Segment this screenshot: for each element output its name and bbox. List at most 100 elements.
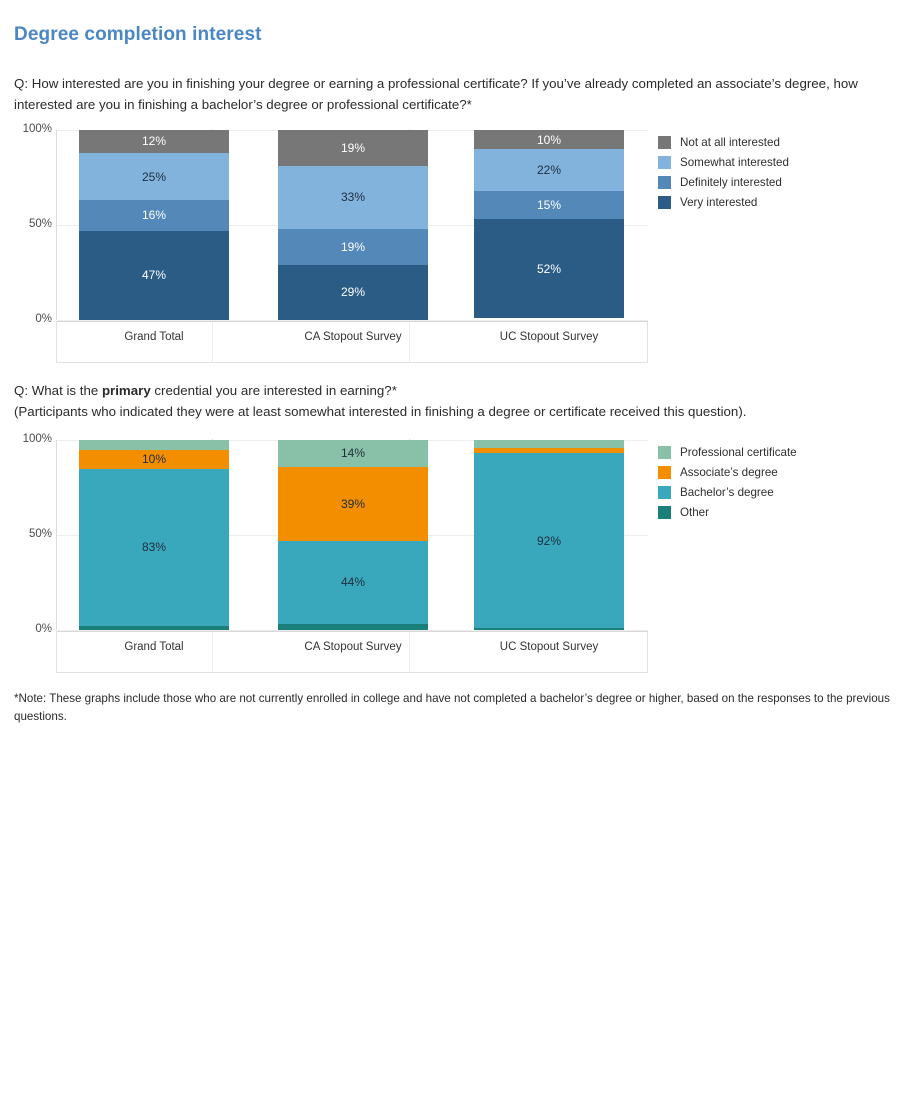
chart1-segment-value-label: 10%	[536, 132, 562, 147]
chart2-bar-segment[interactable]	[474, 628, 624, 630]
chart1-bar-segment[interactable]: 16%	[79, 200, 229, 231]
question-2-subtext: (Participants who indicated they were at…	[14, 403, 747, 419]
chart1-bar-segment[interactable]: 25%	[79, 152, 229, 201]
chart1-legend-label: Very interested	[680, 195, 758, 209]
chart2-bar-segment[interactable]: 39%	[278, 466, 428, 541]
chart2-x-axis-label: UC Stopout Survey	[499, 641, 599, 653]
chart2-legend-label: Other	[680, 505, 709, 519]
chart2-bar-segment[interactable]: 10%	[79, 449, 229, 469]
chart2-x-axis-label: CA Stopout Survey	[304, 641, 402, 653]
chart1-bar[interactable]: 19% 33% 19% 29%	[278, 130, 428, 320]
chart1-segment-value-label: 19%	[340, 239, 366, 254]
chart2-bar-segment[interactable]: 44%	[278, 540, 428, 625]
legend-swatch-icon	[658, 135, 671, 149]
legend-swatch-icon	[658, 485, 671, 499]
chart1-segment-value-label: 25%	[141, 169, 167, 184]
chart2-y-tick-label: 0%	[35, 623, 52, 635]
legend-swatch-icon	[658, 505, 671, 519]
chart1-x-axis-labels: Grand Total CA Stopout Survey UC Stopout S…	[56, 321, 648, 363]
chart2-segment-value-label: 39%	[340, 496, 366, 511]
chart2-y-axis: 0% 50% 100%	[0, 433, 52, 635]
chart2-bar-segment[interactable]: 83%	[79, 468, 229, 627]
chart1-legend-label: Not at all interested	[680, 135, 780, 149]
question-1-text: Q: How interested are you in finishing y…	[14, 76, 858, 112]
chart2-legend-item[interactable]: Other	[658, 502, 797, 522]
chart2-plot-area: 10% 83% 14% 39% 44% 92%	[56, 439, 648, 631]
chart2-legend-item[interactable]: Professional certificate	[658, 442, 797, 462]
chart2-segment-value-label: 83%	[141, 540, 167, 555]
chart1-bar[interactable]: 10% 22% 15% 52%	[474, 130, 624, 320]
chart1-y-tick-label: 100%	[22, 123, 52, 135]
chart2-y-tick	[47, 440, 52, 441]
question-2-bold: primary	[101, 383, 151, 398]
legend-swatch-icon	[658, 465, 671, 479]
chart1-segment-value-label: 33%	[340, 190, 366, 205]
chart1-bar-segment[interactable]: 47%	[79, 230, 229, 320]
chart1-bar-segment[interactable]: 52%	[474, 219, 624, 319]
chart2-y-tick	[47, 535, 52, 536]
chart1-bar-segment[interactable]: 29%	[278, 264, 428, 320]
chart2-bar[interactable]: 10% 83%	[79, 440, 229, 630]
page-title: Degree completion interest	[14, 24, 262, 45]
chart1-y-tick-label: 0%	[35, 313, 52, 325]
chart1-legend-item[interactable]: Somewhat interested	[658, 152, 789, 172]
chart1-legend-item[interactable]: Not at all interested	[658, 132, 789, 152]
chart2-legend-label: Associate’s degree	[680, 465, 778, 479]
chart1-segment-value-label: 12%	[141, 134, 167, 149]
chart1-bar-segment[interactable]: 10%	[474, 130, 624, 149]
chart1-bar-segment[interactable]: 22%	[474, 149, 624, 191]
chart1-segment-value-label: 22%	[536, 162, 562, 177]
chart1-segment-value-label: 15%	[536, 198, 562, 213]
chart1-plot-area: 12% 25% 16% 47% 19% 33% 19% 29% 10% 22% 15% 52%	[56, 129, 648, 321]
chart1-legend-label: Somewhat interested	[680, 155, 789, 169]
chart1-bar-segment[interactable]: 33%	[278, 166, 428, 229]
chart2-segment-value-label: 44%	[340, 575, 366, 590]
chart1-segment-value-label: 19%	[340, 141, 366, 156]
chart2-bar[interactable]: 14% 39% 44%	[278, 440, 428, 630]
legend-swatch-icon	[658, 445, 671, 459]
chart1-x-axis-label: CA Stopout Survey	[304, 331, 402, 343]
chart1-segment-value-label: 47%	[141, 268, 167, 283]
chart2-segment-value-label: 10%	[141, 452, 167, 466]
chart2-y-tick-label: 50%	[28, 528, 52, 540]
chart2-legend-label: Professional certificate	[680, 445, 797, 459]
chart1-legend-item[interactable]: Definitely interested	[658, 172, 789, 192]
chart1-bar[interactable]: 12% 25% 16% 47%	[79, 130, 229, 320]
chart1-bar-segment[interactable]: 12%	[79, 130, 229, 153]
chart2-x-axis-label: Grand Total	[124, 641, 184, 653]
chart2-bar-segment[interactable]	[278, 624, 428, 630]
chart2-legend-item[interactable]: Associate’s degree	[658, 462, 797, 482]
chart2-y-tick-label: 100%	[22, 433, 52, 445]
chart1-legend-item[interactable]: Very interested	[658, 192, 789, 212]
chart2-legend-label: Bachelor’s degree	[680, 485, 774, 499]
chart1-y-tick	[47, 225, 52, 226]
chart2-bar-segment[interactable]	[474, 440, 624, 448]
chart1-bar-segment[interactable]: 19%	[278, 228, 428, 265]
chart2-x-axis-labels: Grand Total CA Stopout Survey UC Stopout S…	[56, 631, 648, 673]
chart1-y-tick-label: 50%	[28, 218, 52, 230]
legend-swatch-icon	[658, 175, 671, 189]
chart2-segment-value-label: 92%	[536, 533, 562, 548]
report-page: Degree completion interest Q: How intere…	[0, 0, 900, 1100]
legend-swatch-icon	[658, 195, 671, 209]
chart2-bar-segment[interactable]	[79, 440, 229, 450]
footnote: *Note: These graphs include those who ar…	[14, 692, 890, 723]
chart2-legend-item[interactable]: Bachelor’s degree	[658, 482, 797, 502]
chart1-legend: Not at all interested Somewhat interested…	[658, 132, 789, 212]
chart2-segment-value-label: 14%	[340, 446, 366, 461]
question-2-prefix: Q: What is the	[14, 383, 102, 398]
chart1-x-axis-label: UC Stopout Survey	[499, 331, 599, 343]
chart2-bar-segment[interactable]: 14%	[278, 440, 428, 467]
chart1-bar-segment[interactable]: 15%	[474, 190, 624, 220]
chart1-y-axis: 0% 50% 100%	[0, 123, 52, 325]
question-2-text: Q: What is the primary credential you ar…	[14, 381, 874, 422]
chart2-legend: Professional certificate Associate’s degr…	[658, 442, 797, 522]
chart2-bar-segment[interactable]: 92%	[474, 453, 624, 629]
question-2-suffix: credential you are interested in earning…	[150, 383, 397, 398]
chart1-y-tick	[47, 320, 52, 321]
chart2-bar[interactable]: 92%	[474, 440, 624, 630]
chart1-bar-segment[interactable]: 19%	[278, 130, 428, 167]
chart1-y-tick	[47, 130, 52, 131]
chart2-bar-segment[interactable]	[79, 626, 229, 630]
chart1-segment-value-label: 29%	[340, 285, 366, 300]
